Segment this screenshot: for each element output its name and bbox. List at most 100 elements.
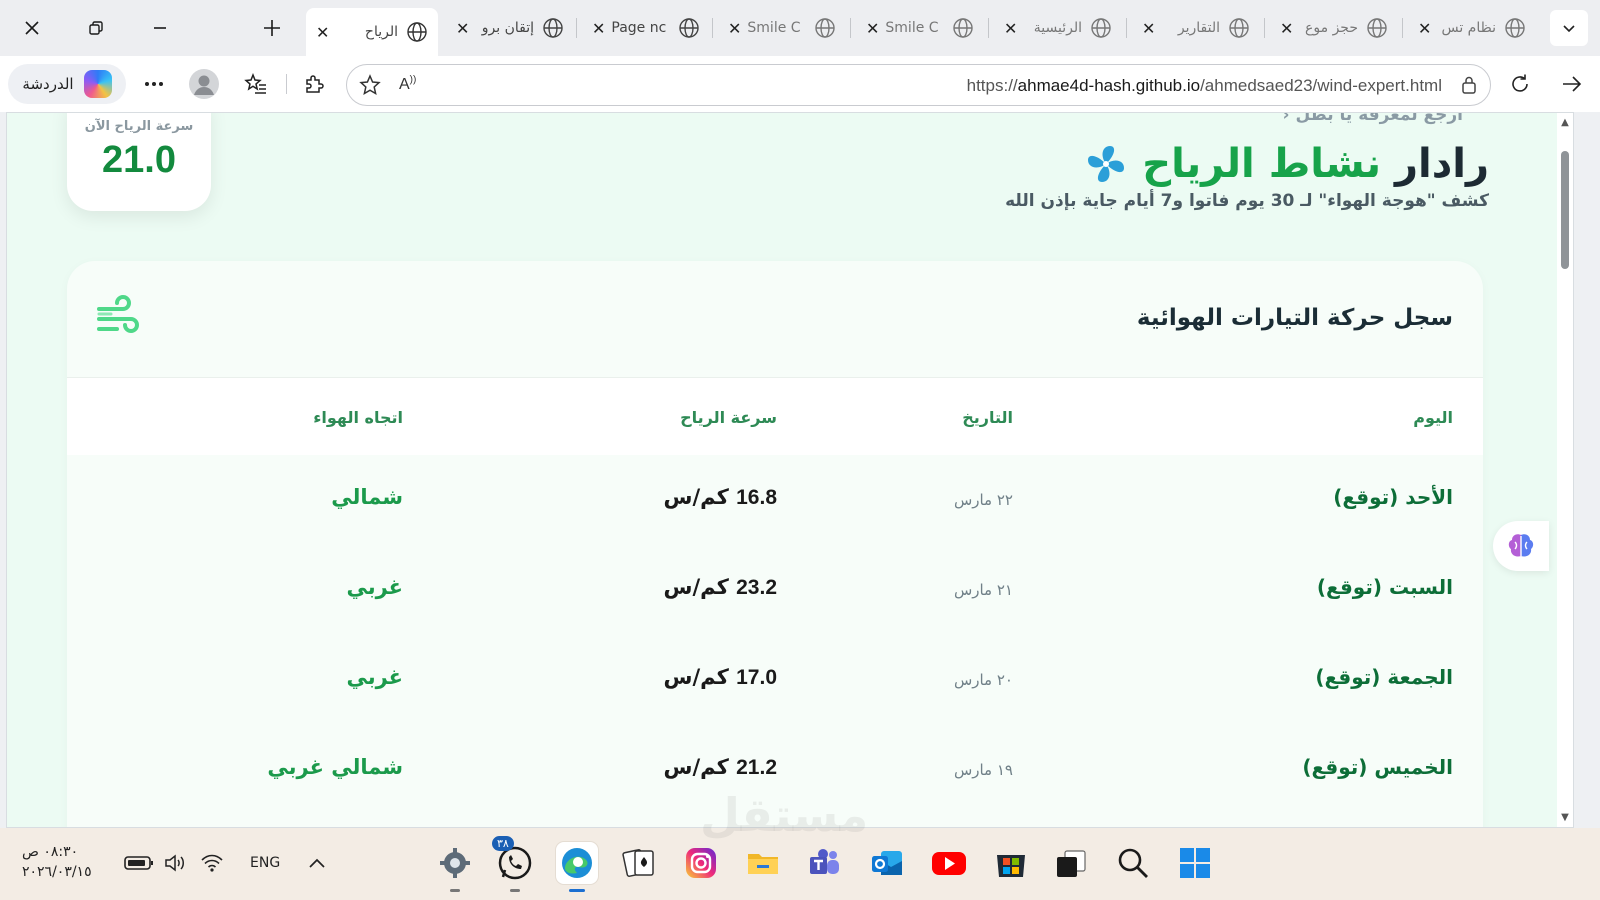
tab-list-button[interactable]	[1550, 10, 1588, 46]
header-day: اليوم	[1413, 408, 1453, 427]
log-title: سجل حركة التيارات الهوائية	[1136, 305, 1453, 331]
cards-icon	[622, 849, 654, 877]
tab-close-icon[interactable]: ✕	[316, 23, 329, 42]
read-aloud-icon: A))	[399, 75, 417, 94]
teams-app[interactable]	[804, 842, 846, 884]
site-info-button[interactable]	[1460, 75, 1478, 99]
tab-reports[interactable]: التقارير ✕	[1132, 8, 1260, 48]
tab-close-icon[interactable]: ✕	[866, 19, 879, 38]
minimize-window-button[interactable]	[138, 9, 182, 47]
language-indicator[interactable]: ENG	[250, 850, 280, 876]
tab-separator	[1402, 18, 1403, 38]
restore-window-button[interactable]	[74, 9, 118, 47]
tab-page-not-found[interactable]: Page nc ✕	[582, 8, 710, 48]
read-aloud-button[interactable]: A))	[399, 75, 416, 94]
more-options-button[interactable]	[138, 68, 170, 100]
volume-indicator[interactable]	[164, 850, 188, 876]
instagram-app[interactable]	[680, 842, 722, 884]
tab-strip: الرياح ✕ إتقان برو ✕ Page nc ✕ Smile C ✕…	[0, 0, 1600, 56]
tab-title: الرياح	[364, 24, 398, 40]
row-day: الأحد (توقع)	[1333, 485, 1453, 509]
solitaire-app[interactable]	[618, 842, 660, 884]
globe-icon	[542, 17, 564, 39]
current-speed-card: سرعة الرياح الآن 21.0	[67, 113, 211, 211]
back-link[interactable]: ارجع لمعرفة يا بطل ‹	[1283, 113, 1463, 125]
gear-icon	[440, 848, 470, 878]
task-view-button[interactable]	[1050, 842, 1092, 884]
copilot-chat-button[interactable]: الدردشة	[8, 64, 126, 104]
refresh-button[interactable]	[1504, 68, 1536, 100]
file-explorer-app[interactable]	[742, 842, 784, 884]
active-indicator	[569, 889, 585, 892]
clock-time: ٠٨:٣٠ ص	[22, 844, 79, 860]
battery-indicator[interactable]	[124, 850, 154, 876]
tab-system[interactable]: نظام تس ✕	[1408, 8, 1536, 48]
windows-icon	[1180, 848, 1210, 878]
watermark: مستقل	[700, 788, 869, 842]
page-scrollbar[interactable]: ▲ ▼	[1557, 113, 1573, 827]
store-app[interactable]	[990, 842, 1032, 884]
whatsapp-app[interactable]: ٣٨	[492, 836, 536, 892]
speaker-icon	[165, 854, 184, 872]
favorites-button[interactable]	[240, 68, 272, 100]
tab-close-icon[interactable]: ✕	[1142, 19, 1155, 38]
search-button[interactable]	[1112, 842, 1154, 884]
tab-close-icon[interactable]: ✕	[1004, 19, 1017, 38]
plus-icon	[264, 20, 280, 36]
title-accent: نشاط الرياح	[1142, 141, 1381, 187]
tab-smile-2[interactable]: Smile C ✕	[856, 8, 984, 48]
wifi-indicator[interactable]	[200, 850, 224, 876]
scroll-thumb[interactable]	[1561, 151, 1569, 269]
tab-close-icon[interactable]: ✕	[1280, 19, 1293, 38]
tab-close-icon[interactable]: ✕	[728, 19, 741, 38]
forward-button[interactable]	[1556, 68, 1588, 100]
scroll-down-arrow[interactable]: ▼	[1560, 812, 1570, 823]
tab-separator	[1126, 18, 1127, 38]
task-view-icon	[1057, 850, 1086, 877]
tab-separator	[576, 18, 577, 38]
row-direction: غربي	[346, 575, 403, 599]
tab-home[interactable]: الرئيسية ✕	[994, 8, 1122, 48]
extensions-button[interactable]	[298, 68, 330, 100]
profile-button[interactable]	[188, 68, 220, 100]
wifi-icon	[201, 854, 223, 872]
tab-title: Smile C	[885, 20, 939, 36]
table-header: اليوم التاريخ سرعة الرياح اتجاه الهواء	[67, 377, 1483, 455]
tab-close-icon[interactable]: ✕	[592, 19, 605, 38]
address-bar[interactable]: A)) https://ahmae4d-hash.github.io/ahmed…	[346, 64, 1491, 106]
add-favorite-button[interactable]	[359, 74, 381, 100]
youtube-app[interactable]	[928, 842, 970, 884]
outlook-app[interactable]	[866, 842, 908, 884]
header-direction: اتجاه الهواء	[313, 408, 403, 427]
toolbar-divider	[286, 74, 287, 94]
close-window-button[interactable]	[10, 9, 54, 47]
tab-close-icon[interactable]: ✕	[456, 19, 469, 38]
url-prefix: https://	[966, 76, 1018, 95]
show-hidden-icons-button[interactable]	[308, 850, 326, 876]
tab-smile-1[interactable]: Smile C ✕	[718, 8, 846, 48]
tab-close-icon[interactable]: ✕	[1418, 19, 1431, 38]
edge-app[interactable]	[556, 842, 598, 892]
scroll-up-arrow[interactable]: ▲	[1560, 117, 1570, 128]
row-speed-unit: كم/س	[663, 665, 729, 689]
start-button[interactable]	[1174, 842, 1216, 884]
current-speed-value: 21.0	[102, 139, 176, 181]
tab-booking[interactable]: حجز موع ✕	[1270, 8, 1398, 48]
teams-icon	[810, 849, 839, 874]
row-day: السبت (توقع)	[1316, 575, 1453, 599]
tab-title: Page nc	[611, 20, 667, 36]
row-speed-value: 23.2	[736, 576, 777, 599]
ai-assistant-button[interactable]	[1493, 521, 1549, 571]
tab-wind[interactable]: الرياح ✕	[306, 8, 438, 56]
favorites-list-icon	[244, 73, 266, 94]
clock[interactable]: ٠٨:٣٠ ص ٢٠٢٦/٠٣/١٥	[22, 842, 92, 882]
new-tab-button[interactable]	[250, 9, 294, 47]
tab-itqan[interactable]: إتقان برو ✕	[446, 8, 574, 48]
outlook-icon	[872, 851, 902, 875]
header-speed: سرعة الرياح	[680, 408, 777, 427]
clock-date: ٢٠٢٦/٠٣/١٥	[22, 864, 92, 880]
settings-app[interactable]	[434, 842, 476, 892]
refresh-icon	[1512, 74, 1528, 92]
close-icon	[25, 21, 39, 35]
running-indicator	[510, 889, 520, 892]
